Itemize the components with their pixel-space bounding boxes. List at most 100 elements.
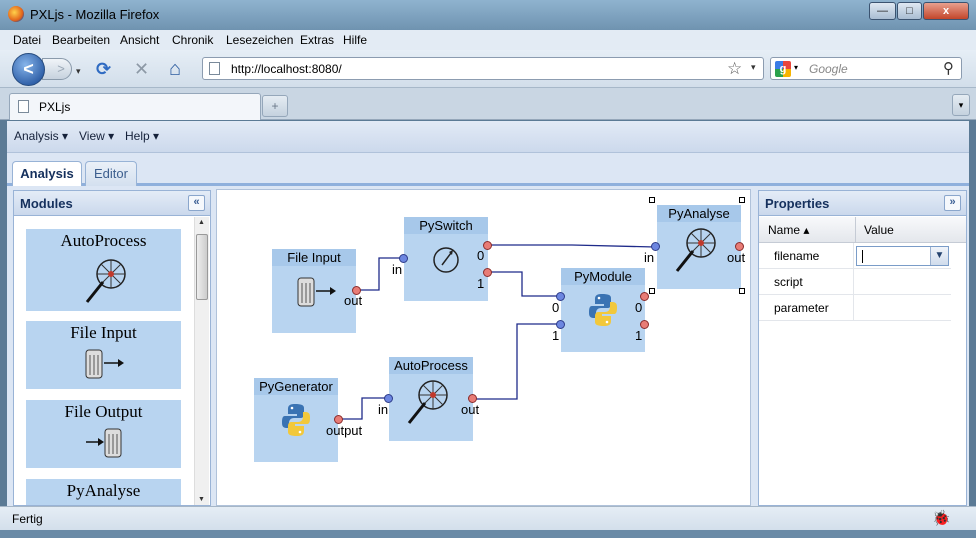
module-item-autoprocess[interactable]: AutoProcess [26,229,181,311]
app-menu-help[interactable]: Help ▾ [125,129,159,143]
module-item-file-output[interactable]: File Output [26,400,181,468]
modules-panel-title: Modules [20,196,73,211]
node-pymodule[interactable]: PyModule [561,268,645,352]
file-output-icon [86,428,122,458]
resize-handle[interactable] [739,288,745,294]
port-label: in [644,250,655,265]
node-autoprocess[interactable]: AutoProcess [389,357,473,441]
port-label: out [727,250,746,265]
url-text[interactable]: http://localhost:8080/ [231,62,342,76]
browser-tab-pxljs[interactable]: PXLjs [9,93,261,120]
property-row-parameter[interactable]: parameter [759,295,951,321]
column-divider [855,217,856,243]
port-label: 0 [477,248,485,263]
menu-ansicht[interactable]: Ansicht [120,33,159,47]
minimize-button[interactable]: — [869,2,896,20]
bookmark-star-icon[interactable]: ☆ [727,59,742,79]
properties-panel-title: Properties [765,196,830,211]
port-out-0[interactable] [483,241,492,250]
status-bar: Fertig 🐞 [0,506,976,530]
python-logo-icon [589,294,617,326]
node-title: PySwitch [404,217,488,234]
search-bar[interactable]: g ▾ Google ⚲ [770,57,962,80]
menu-hilfe[interactable]: Hilfe [343,33,367,47]
stop-icon[interactable]: ✕ [134,59,149,79]
properties-panel: Properties » Name ▴ Value filename ▼ scr… [758,190,967,506]
scrollbar-thumb[interactable] [196,234,208,300]
maximize-button[interactable]: □ [897,2,922,20]
navigation-toolbar: > < ▾ ⟳ ✕ ⌂ http://localhost:8080/ ☆ ▾ g… [0,50,976,88]
history-dropdown-icon[interactable]: ▾ [76,61,81,81]
filename-combo-input[interactable]: ▼ [856,246,949,266]
tab-analysis[interactable]: Analysis [12,161,82,186]
menu-chronik[interactable]: Chronik [172,33,213,47]
property-row-script[interactable]: script [759,269,951,295]
column-header-name[interactable]: Name ▴ [768,223,809,237]
taskbar-strip [0,530,976,538]
app-menu-view[interactable]: View ▾ [79,129,114,143]
forward-button[interactable]: > [42,58,72,80]
node-title: PyGenerator [254,378,338,395]
collapse-left-icon[interactable]: « [188,195,205,211]
collapse-right-icon[interactable]: » [944,195,961,211]
home-icon[interactable]: ⌂ [169,59,181,79]
modules-scrollbar[interactable]: ▲ ▼ [194,217,209,505]
search-icon[interactable]: ⚲ [943,59,954,77]
port-out-1[interactable] [483,268,492,277]
url-dropdown-icon[interactable]: ▾ [751,62,756,73]
tab-list-button[interactable]: ▾ [952,94,970,116]
wheel-probe-icon [407,380,448,424]
url-bar[interactable]: http://localhost:8080/ ☆ ▾ [202,57,764,80]
cell-divider [853,269,854,295]
tab-editor[interactable]: Editor [85,161,137,186]
new-tab-button[interactable]: + [262,95,288,117]
port-label: out [344,293,363,308]
chevron-down-icon[interactable]: ▼ [930,247,948,265]
port-label: output [326,423,363,438]
module-label: AutoProcess [60,231,147,250]
port-label: in [378,402,389,417]
scroll-down-icon[interactable]: ▼ [198,496,205,503]
wheel-probe-icon [85,259,126,303]
menu-datei[interactable]: Datei [13,33,41,47]
resize-handle[interactable] [649,288,655,294]
reload-icon[interactable]: ⟳ [96,59,111,79]
node-pygenerator[interactable]: PyGenerator [254,378,338,462]
back-button[interactable]: < [12,53,45,86]
app-tab-strip: Analysis Editor [7,153,969,186]
app-menu-analysis[interactable]: Analysis ▾ [14,129,68,143]
tab-page-icon [18,100,29,113]
module-item-pyanalyse[interactable]: PyAnalyse [26,479,181,505]
port-label: out [461,402,480,417]
node-file-input[interactable]: File Input [272,249,356,333]
resize-handle[interactable] [739,197,745,203]
menu-bearbeiten[interactable]: Bearbeiten [52,33,110,47]
scroll-up-icon[interactable]: ▲ [198,219,205,226]
workflow-canvas[interactable]: File Input out PySwitch in 0 1 PyAnalyse… [216,189,751,506]
node-pyswitch[interactable]: PySwitch [404,217,488,301]
modules-panel: Modules « AutoProcess File Input File Ou… [13,190,211,506]
close-window-button[interactable]: x [923,2,969,20]
module-label: File Input [70,323,137,342]
page-icon [209,62,220,75]
property-name: filename [774,249,820,263]
search-input[interactable]: Google [809,62,848,76]
page-content: Analysis ▾ View ▾ Help ▾ Analysis Editor… [7,121,969,506]
wheel-probe-icon [675,228,716,272]
node-pyanalyse[interactable]: PyAnalyse [657,205,741,289]
menu-extras[interactable]: Extras [300,33,334,47]
google-icon[interactable]: g [775,61,791,77]
module-item-file-input[interactable]: File Input [26,321,181,389]
property-name: parameter [774,301,829,315]
python-logo-icon [282,404,310,436]
grid-header: Name ▴ Value [759,217,966,243]
file-input-icon [85,349,124,379]
search-engine-dropdown-icon[interactable]: ▾ [794,63,798,72]
menu-lesezeichen[interactable]: Lesezeichen [226,33,293,47]
bug-icon[interactable]: 🐞 [932,509,951,527]
resize-handle[interactable] [649,197,655,203]
node-title: AutoProcess [389,357,473,374]
browser-tab-bar: PXLjs + ▾ [0,88,976,120]
property-row-filename[interactable]: filename ▼ [759,243,951,269]
column-header-value[interactable]: Value [864,223,894,237]
